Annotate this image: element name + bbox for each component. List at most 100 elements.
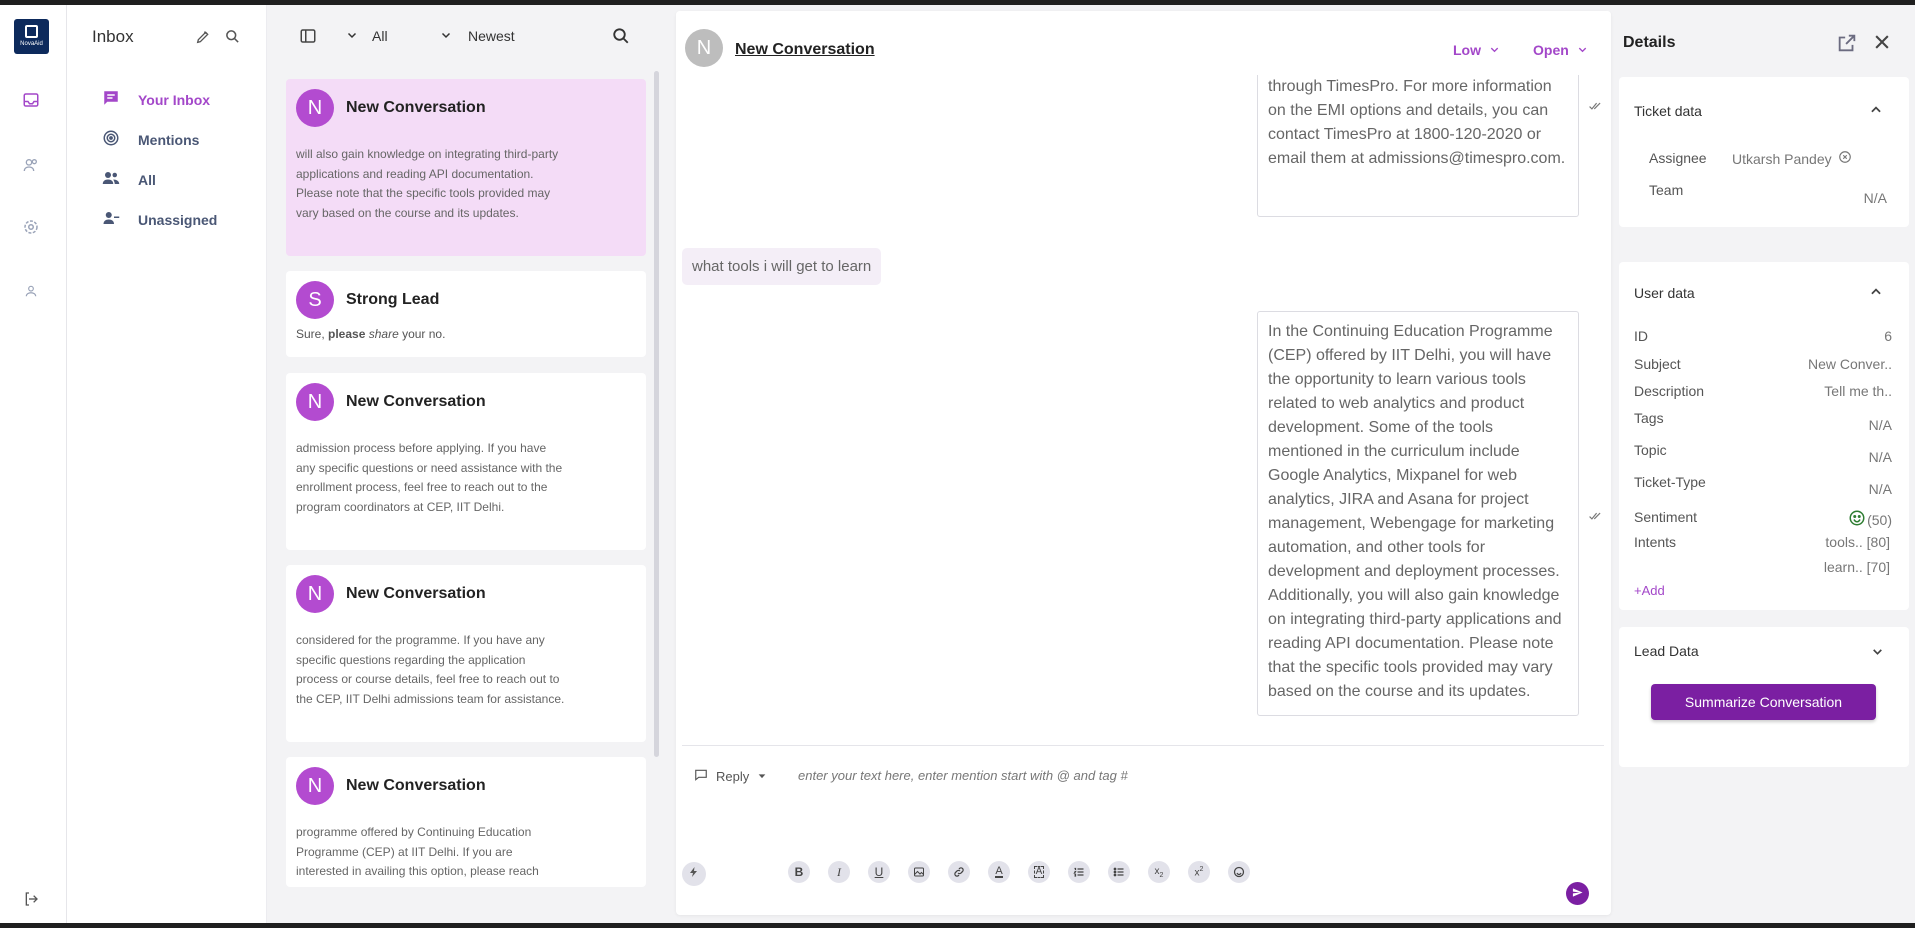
chevron-down-icon <box>1489 42 1500 58</box>
avatar: N <box>296 767 334 805</box>
filter-dropdown[interactable]: All <box>346 28 388 44</box>
user-field-label: Description <box>1634 383 1705 399</box>
chevron-up-icon[interactable] <box>1869 103 1883 122</box>
sort-value: Newest <box>468 28 515 44</box>
group-icon <box>102 169 120 190</box>
nav-item-your-inbox[interactable]: Your Inbox <box>102 89 210 110</box>
chevron-down-icon <box>346 28 358 44</box>
user-field-label: ID <box>1634 328 1648 344</box>
reply-input[interactable] <box>798 762 1558 788</box>
app-logo[interactable]: NovaAid <box>14 19 49 54</box>
conversation-card[interactable]: N New Conversation admission process bef… <box>286 373 646 550</box>
font-color-icon[interactable]: A <box>988 861 1010 883</box>
compose-icon[interactable] <box>195 29 211 50</box>
contacts-icon[interactable] <box>20 154 42 176</box>
chat-header: N New Conversation Low Open <box>676 11 1611 75</box>
search-icon[interactable] <box>225 29 240 50</box>
user-field-value: Tell me th.. <box>1824 383 1892 399</box>
reply-mode-dropdown[interactable]: Reply <box>694 768 767 785</box>
status-dropdown[interactable]: Open <box>1533 42 1588 58</box>
team-label: Team <box>1649 182 1684 198</box>
sentiment-value: (50) <box>1848 509 1892 530</box>
chat-icon <box>102 89 120 110</box>
lead-data-card: Lead Data Summarize Conversation <box>1619 627 1909 767</box>
conversation-list-pane: All Newest N New Conversation will also … <box>268 5 660 923</box>
user-field-label: Subject <box>1634 356 1681 372</box>
user-message: what tools i will get to learn <box>682 248 882 285</box>
italic-button[interactable]: I <box>828 861 850 883</box>
inbox-nav: Inbox Your Inbox Mentions All Unassigned <box>67 5 267 923</box>
bullet-list-icon[interactable] <box>1108 861 1130 883</box>
details-title: Details <box>1623 34 1676 51</box>
ticket-data-card: Ticket data Assignee Utkarsh Pandey Team… <box>1619 77 1909 227</box>
list-search-icon[interactable] <box>612 27 630 45</box>
ticket-data-heading[interactable]: Ticket data <box>1634 103 1702 119</box>
lightning-icon <box>688 865 700 884</box>
open-external-icon[interactable] <box>1836 32 1858 59</box>
conversation-preview: programme offered by Continuing Educatio… <box>296 825 539 878</box>
superscript-icon[interactable]: x2 <box>1188 861 1210 883</box>
highlight-icon[interactable]: A <box>1028 861 1050 883</box>
lead-data-heading[interactable]: Lead Data <box>1634 643 1699 659</box>
list-scrollbar[interactable] <box>654 71 659 757</box>
conversation-card[interactable]: S Strong Lead Sure, please share your no… <box>286 271 646 357</box>
image-icon[interactable] <box>908 861 930 883</box>
conversation-title: New Conversation <box>346 777 486 794</box>
emoji-icon[interactable] <box>1228 861 1250 883</box>
nav-label: Mentions <box>138 131 200 148</box>
status-value: Open <box>1533 42 1569 58</box>
chevron-up-icon[interactable] <box>1869 285 1883 304</box>
link-icon[interactable] <box>948 861 970 883</box>
conversation-title: Strong Lead <box>346 291 440 308</box>
chat-title[interactable]: New Conversation <box>735 41 875 59</box>
user-field-value: New Conver.. <box>1807 356 1892 372</box>
user-field-label: Ticket-Type <box>1634 474 1706 490</box>
user-field-value: 6 <box>1884 328 1892 344</box>
chevron-down-icon <box>1577 42 1588 58</box>
inbox-title: Inbox <box>92 27 134 46</box>
summarize-conversation-button[interactable]: Summarize Conversation <box>1651 684 1876 720</box>
avatar: S <box>296 281 334 319</box>
assignee-chip[interactable]: Utkarsh Pandey <box>1732 150 1852 167</box>
conversation-preview: admission process before applying. If yo… <box>296 441 563 514</box>
conversation-card[interactable]: N New Conversation considered for the pr… <box>286 565 646 742</box>
profile-icon[interactable] <box>20 280 42 302</box>
ordered-list-icon[interactable] <box>1068 861 1090 883</box>
intent-value: learn.. [70] <box>1823 559 1890 575</box>
quick-actions-button[interactable] <box>682 862 706 886</box>
user-field-value: N/A <box>1868 449 1892 465</box>
conversation-title: New Conversation <box>346 393 486 410</box>
app-window: NovaAid Inbox Your Inbox Mentions All Un… <box>0 5 1915 923</box>
sort-dropdown[interactable]: Newest <box>440 28 515 44</box>
chevron-down-icon[interactable] <box>1871 645 1884 663</box>
send-icon <box>1572 885 1583 903</box>
add-intent-link[interactable]: +Add <box>1634 583 1665 598</box>
bold-button[interactable]: B <box>788 861 810 883</box>
nav-item-mentions[interactable]: Mentions <box>102 129 199 150</box>
settings-icon[interactable] <box>20 216 42 238</box>
user-data-heading[interactable]: User data <box>1634 285 1695 301</box>
caret-down-icon <box>757 769 767 784</box>
chat-pane: Education Programme (CEP), IIT Delhi thr… <box>676 11 1611 915</box>
avatar: N <box>296 575 334 613</box>
underline-button[interactable]: U <box>868 861 890 883</box>
intent-value: tools.. [80] <box>1825 534 1890 550</box>
user-field-value: N/A <box>1868 481 1892 497</box>
nav-item-unassigned[interactable]: Unassigned <box>102 209 217 230</box>
nav-label: All <box>138 171 156 188</box>
conversation-card[interactable]: N New Conversation programme offered by … <box>286 757 646 887</box>
remove-circle-icon[interactable] <box>1838 150 1852 167</box>
sidebar-toggle-icon[interactable] <box>299 27 317 45</box>
close-icon[interactable] <box>1872 32 1892 59</box>
send-button[interactable] <box>1566 882 1589 905</box>
nav-item-all[interactable]: All <box>102 169 156 190</box>
assignee-value: Utkarsh Pandey <box>1732 150 1832 167</box>
user-field-value: N/A <box>1868 417 1892 433</box>
inbox-icon[interactable] <box>20 89 42 111</box>
double-check-icon <box>1589 98 1603 116</box>
conversation-card[interactable]: N New Conversation will also gain knowle… <box>286 79 646 256</box>
user-minus-icon <box>102 209 120 230</box>
logout-icon[interactable] <box>20 888 42 910</box>
subscript-icon[interactable]: x2 <box>1148 861 1170 883</box>
priority-dropdown[interactable]: Low <box>1453 42 1500 58</box>
